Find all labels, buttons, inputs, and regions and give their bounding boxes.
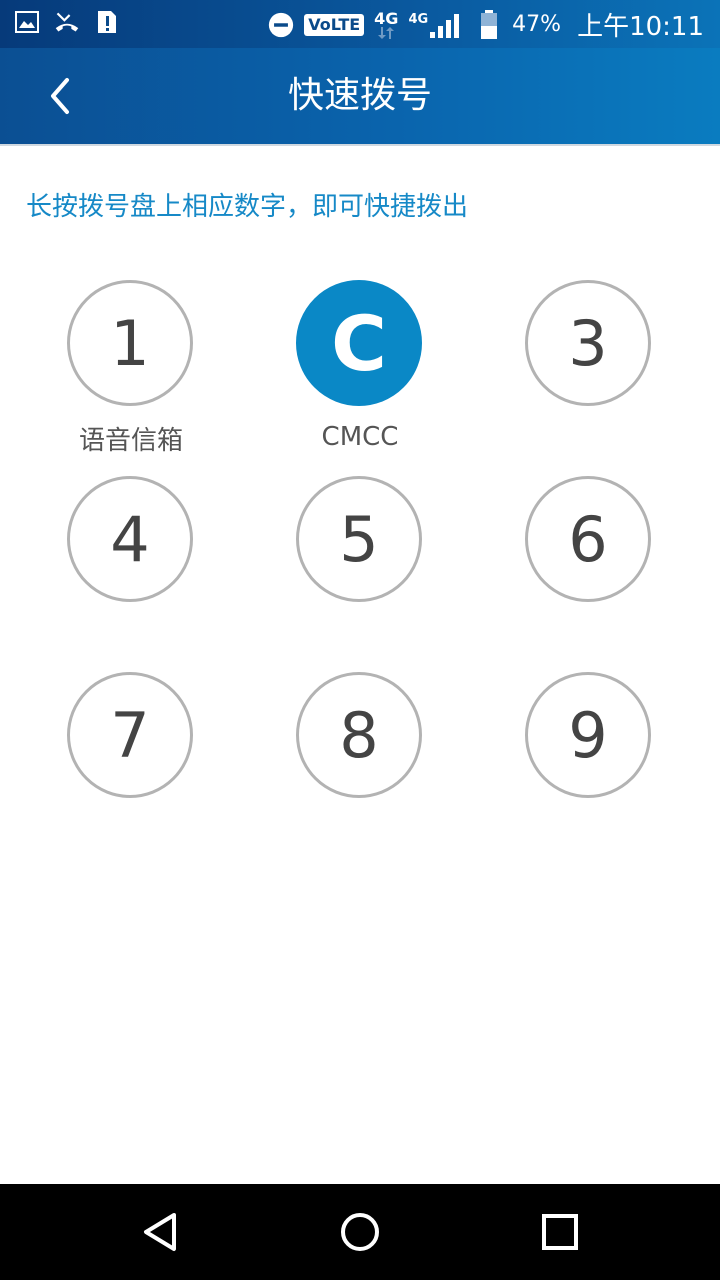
sim-alert-icon [94,9,120,35]
do-not-disturb-icon [268,12,294,38]
app-bar: 快速拨号 [0,48,720,144]
key-digit: C [331,298,387,388]
speed-dial-key-1[interactable]: 1 [67,280,193,406]
key-digit: 9 [568,698,608,772]
triangle-back-icon [144,1213,176,1251]
key-label-cmcc: CMCC [321,422,399,452]
app-bar-divider [0,144,720,146]
speed-dial-key-9[interactable]: 9 [525,672,651,798]
network-4g-indicator: 4G [374,8,399,39]
battery-icon [476,9,502,39]
network-type-label-2: 4G [408,11,429,27]
key-digit: 8 [339,698,379,772]
circle-home-icon [341,1213,379,1251]
chevron-left-icon [51,78,69,114]
speed-dial-key-8[interactable]: 8 [296,672,422,798]
nav-recents-button[interactable] [534,1206,586,1258]
page-title: 快速拨号 [287,75,432,116]
volte-badge: VoLTE [304,13,365,36]
key-digit: 1 [110,306,150,380]
back-button[interactable] [32,68,88,124]
speed-dial-key-2[interactable]: C [296,280,422,406]
image-icon [14,9,40,35]
nav-back-button[interactable] [134,1206,186,1258]
key-digit: 6 [568,502,608,576]
key-digit: 5 [339,502,379,576]
speed-dial-key-4[interactable]: 4 [67,476,193,602]
status-bar-left [14,9,120,35]
status-bar-right: VoLTE 4G 4G 47% 上午10:11 [268,6,704,43]
clock: 上午10:11 [577,12,704,42]
signal-group: 4G [408,12,466,38]
square-recents-icon [542,1214,578,1250]
key-digit: 4 [110,502,150,576]
network-type-label: 4G [374,8,399,28]
speed-dial-hint: 长按拨号盘上相应数字，即可快捷拨出 [26,192,469,222]
missed-call-icon [54,9,80,35]
speed-dial-key-3[interactable]: 3 [525,280,651,406]
key-label-voicemail: 语音信箱 [78,426,183,456]
nav-home-button[interactable] [334,1206,386,1258]
key-digit: 3 [568,306,608,380]
navigation-bar [0,1184,720,1280]
key-digit: 7 [110,698,150,772]
signal-icon [430,13,460,38]
speed-dial-key-7[interactable]: 7 [67,672,193,798]
speed-dial-key-6[interactable]: 6 [525,476,651,602]
speed-dial-key-5[interactable]: 5 [296,476,422,602]
battery-percent: 47% [512,12,562,37]
status-bar: VoLTE 4G 4G 47% 上午10:11 [0,0,720,48]
